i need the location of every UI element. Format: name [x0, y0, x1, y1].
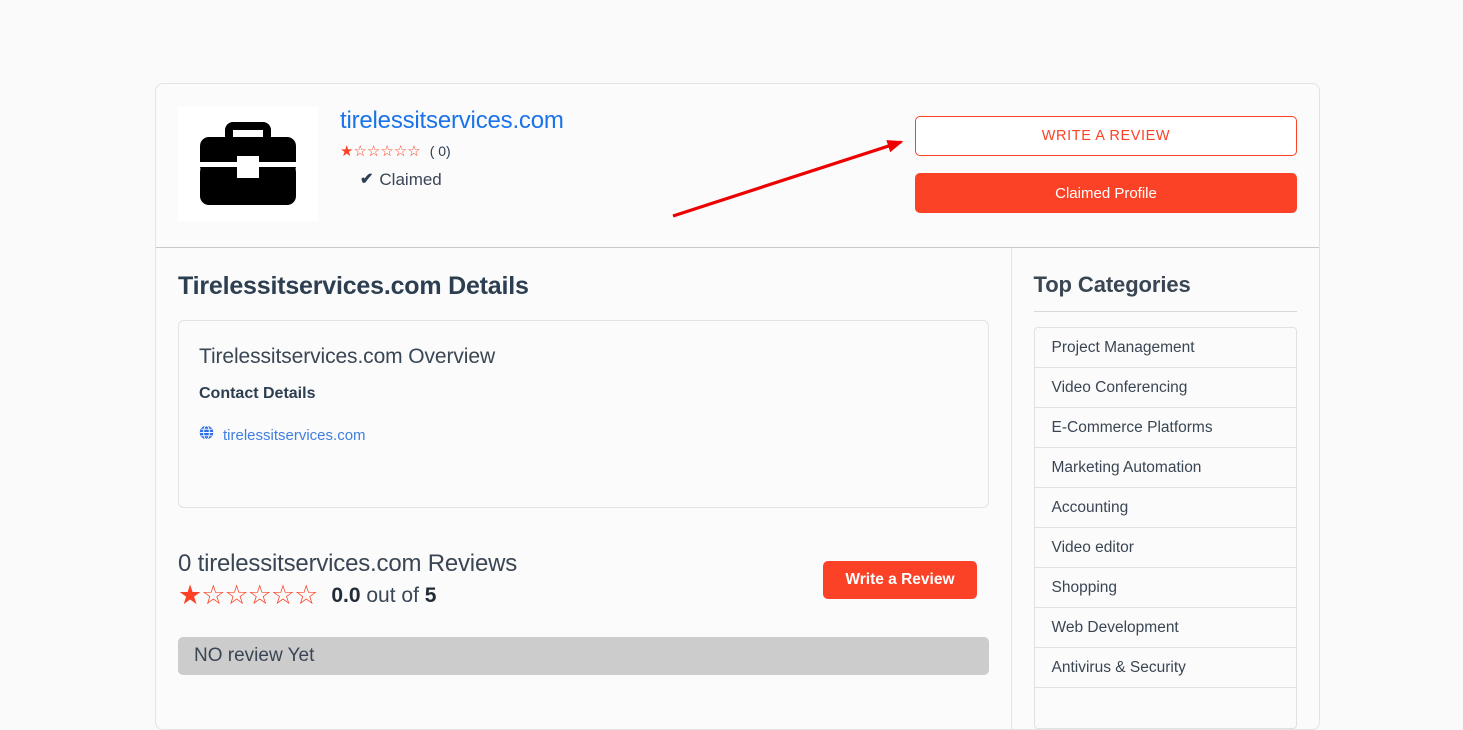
website-row[interactable]: tirelessitservices.com [199, 425, 968, 487]
category-list-item[interactable]: Video Conferencing [1034, 368, 1296, 408]
reviews-max-score: 5 [424, 583, 437, 607]
category-list-item[interactable]: Web Development [1034, 608, 1296, 648]
category-list-item[interactable]: Shopping [1034, 568, 1296, 608]
category-list-item[interactable]: Project Management [1034, 328, 1296, 368]
header-rating-count: ( 0) [429, 143, 451, 159]
top-categories-list: Project Management Video Conferencing E-Co… [1033, 327, 1297, 729]
profile-card: tirelessitservices.com ★☆☆☆☆☆ ( 0) ✔ Cla… [155, 83, 1320, 730]
site-title-link[interactable]: tirelessitservices.com [340, 106, 564, 136]
claimed-status: ✔ Claimed [340, 170, 564, 190]
category-list-item[interactable]: Antivirus & Security [1034, 648, 1296, 688]
profile-body: Tirelessitservices.com Details Tirelessi… [156, 248, 1319, 729]
category-list-item[interactable]: Video editor [1034, 528, 1296, 568]
reviews-out-of-label: out of [366, 583, 419, 607]
details-column: Tirelessitservices.com Details Tirelessi… [156, 248, 1011, 729]
write-a-review-button[interactable]: Write a Review [823, 561, 977, 599]
category-list-item[interactable]: Accounting [1034, 488, 1296, 528]
company-logo [178, 107, 318, 221]
top-categories-heading: Top Categories [1033, 272, 1297, 312]
category-list-item[interactable]: Marketing Automation [1034, 448, 1296, 488]
overview-card: Tirelessitservices.com Overview Contact … [178, 320, 989, 508]
claimed-label: Claimed [379, 170, 442, 189]
reviews-score-text: 0.0 out of 5 [331, 584, 436, 608]
profile-header: tirelessitservices.com ★☆☆☆☆☆ ( 0) ✔ Cla… [156, 84, 1319, 248]
sidebar-column: Top Categories Project Management Video C… [1010, 248, 1319, 729]
website-link[interactable]: tirelessitservices.com [223, 427, 366, 444]
category-list-item[interactable] [1035, 688, 1296, 728]
profile-identity: tirelessitservices.com ★☆☆☆☆☆ ( 0) ✔ Cla… [340, 106, 564, 190]
page-title: Tirelessitservices.com Details [178, 272, 529, 300]
check-icon: ✔ [360, 171, 374, 188]
overview-title: Tirelessitservices.com Overview [199, 345, 496, 368]
globe-icon [199, 425, 214, 445]
write-a-review-outline-button[interactable]: WRITE A REVIEW [915, 116, 1297, 156]
header-star-rating: ★☆☆☆☆☆ [340, 142, 421, 160]
no-reviews-empty-state: NO review Yet [178, 637, 989, 675]
reviews-star-rating: ★☆☆☆☆☆ [178, 580, 318, 610]
header-rating-row: ★☆☆☆☆☆ ( 0) [340, 141, 564, 161]
reviews-section: 0 tirelessitservices.com Reviews ★☆☆☆☆☆ … [178, 550, 989, 675]
claimed-profile-button[interactable]: Claimed Profile [915, 173, 1297, 213]
reviews-score-value: 0.0 [331, 583, 361, 607]
contact-details-label: Contact Details [199, 385, 316, 402]
category-list-item[interactable]: E-Commerce Platforms [1034, 408, 1296, 448]
header-actions: WRITE A REVIEW Claimed Profile [915, 116, 1297, 213]
briefcase-icon [192, 118, 304, 210]
